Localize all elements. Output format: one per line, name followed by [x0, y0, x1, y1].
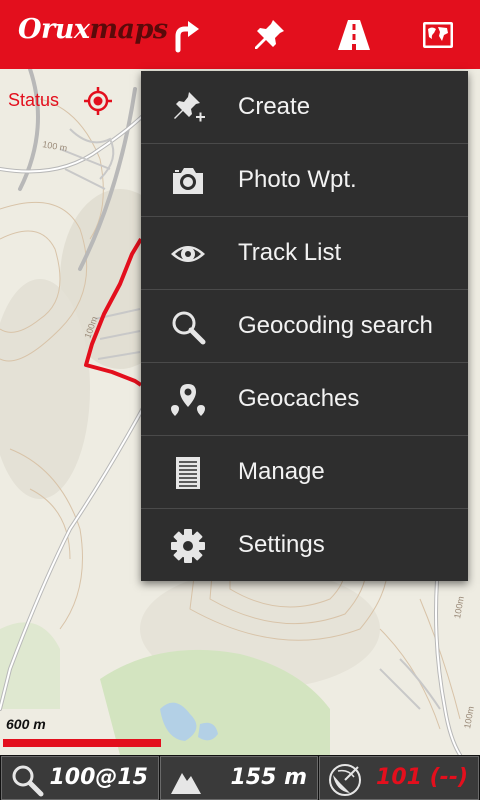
menu-item-label: Track List	[238, 239, 342, 266]
route-button[interactable]	[158, 8, 212, 62]
altitude-value: 155 m	[230, 765, 307, 790]
menu-item-label: Settings	[238, 531, 325, 558]
zoom-panel[interactable]: 100@15	[1, 756, 159, 800]
search-icon	[12, 765, 44, 797]
zoom-value: 100@15	[49, 765, 148, 790]
world-map-icon	[423, 22, 453, 48]
bottom-status-bar: 100@15 155 m 101 (--)	[0, 755, 480, 800]
road-button[interactable]	[327, 8, 381, 62]
menu-item-label: Photo Wpt.	[238, 166, 357, 193]
menu-item-photo-wpt[interactable]: Photo Wpt.	[141, 144, 468, 217]
route-arrow-icon	[175, 21, 199, 53]
list-document-icon	[169, 454, 207, 492]
scale-label: 600 m	[6, 716, 46, 732]
waypoint-button[interactable]	[242, 8, 296, 62]
menu-item-label: Geocoding search	[238, 312, 433, 339]
gear-icon	[169, 527, 207, 565]
satellite-dish-icon	[329, 764, 361, 796]
status-label[interactable]: Status	[8, 90, 59, 111]
menu-item-manage[interactable]: Manage	[141, 436, 468, 509]
overflow-menu: Create Photo Wpt. Track List Geocoding s…	[141, 71, 468, 581]
geocache-pins-icon	[169, 381, 207, 419]
gps-accuracy-value: 101 (--)	[376, 765, 468, 790]
menu-item-label: Geocaches	[238, 385, 360, 412]
eye-icon	[169, 235, 207, 273]
camera-icon	[169, 162, 207, 200]
map-selector-button[interactable]	[411, 8, 465, 62]
logo-text-primary: Orux	[18, 14, 90, 45]
menu-item-label: Create	[238, 93, 311, 120]
menu-item-geocaches[interactable]: Geocaches	[141, 363, 468, 436]
search-icon	[169, 308, 207, 346]
road-icon	[338, 20, 370, 50]
menu-item-create[interactable]: Create	[141, 71, 468, 144]
menu-item-label: Manage	[238, 458, 325, 485]
logo-text-secondary: maps	[89, 14, 168, 45]
app-bar: Orux maps	[0, 0, 480, 69]
mountain-icon	[171, 773, 201, 794]
menu-item-track-list[interactable]: Track List	[141, 217, 468, 290]
pushpin-icon	[255, 20, 284, 49]
pin-add-icon	[169, 89, 207, 127]
app-root: 100 m 100m 100m 100m Status 600 m Orux ma…	[0, 0, 480, 800]
menu-item-geocoding-search[interactable]: Geocoding search	[141, 290, 468, 363]
scale-bar	[3, 739, 161, 747]
app-logo: Orux maps	[18, 14, 168, 54]
gps-panel[interactable]: 101 (--)	[319, 756, 479, 800]
gps-target-icon[interactable]	[83, 86, 113, 116]
menu-item-settings[interactable]: Settings	[141, 509, 468, 582]
altitude-panel[interactable]: 155 m	[160, 756, 318, 800]
